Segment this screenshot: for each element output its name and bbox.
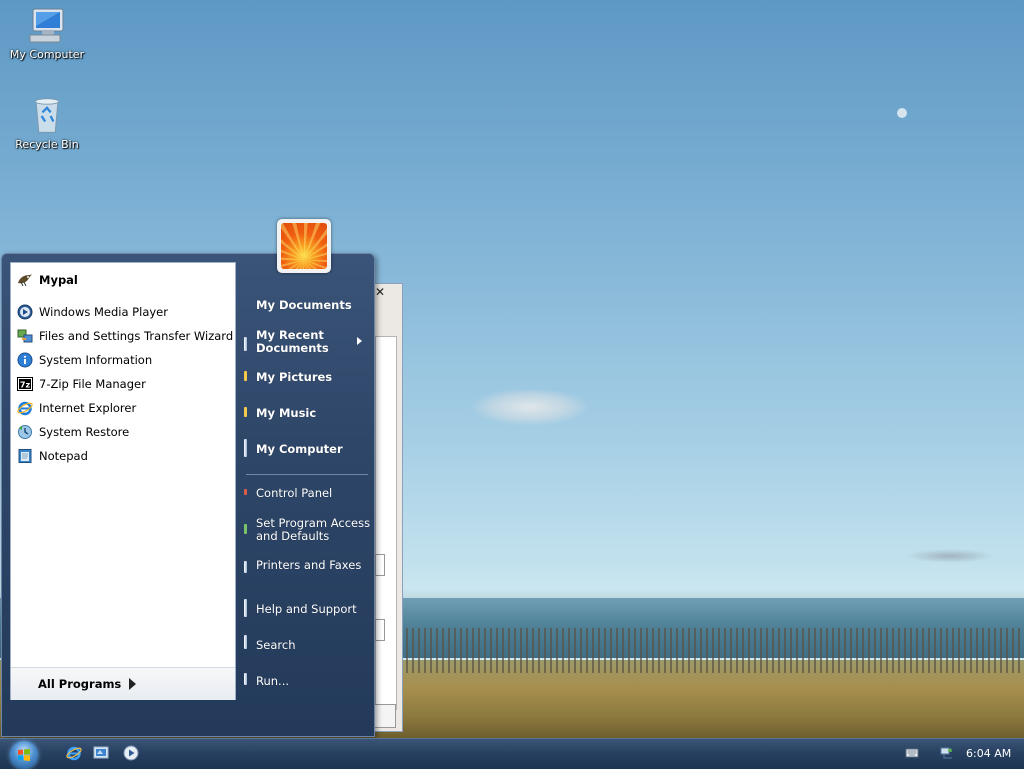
sky-moon bbox=[897, 108, 907, 118]
start-menu-programs-pane: Mypal Windows Media Player Files and Set… bbox=[10, 262, 236, 700]
recent-item-label: Notepad bbox=[39, 449, 88, 463]
window-button[interactable] bbox=[374, 704, 396, 728]
run-marker-icon bbox=[244, 673, 247, 685]
quicklaunch-ie-icon[interactable] bbox=[66, 745, 82, 761]
recent-item-notepad[interactable]: Notepad bbox=[17, 445, 88, 467]
beach-fence bbox=[400, 628, 1024, 673]
desktop-icon-recycle-bin[interactable]: Recycle Bin bbox=[7, 96, 87, 151]
recent-item-label: Windows Media Player bbox=[39, 305, 168, 319]
right-item-my-computer[interactable]: My Computer bbox=[256, 443, 343, 456]
pinned-item-label: Mypal bbox=[39, 273, 78, 287]
recycle-bin-icon bbox=[34, 98, 60, 133]
start-menu: Mypal Windows Media Player Files and Set… bbox=[1, 253, 375, 737]
taskbar: 6:04 AM bbox=[0, 738, 1024, 769]
right-item-control-panel[interactable]: Control Panel bbox=[256, 487, 332, 500]
pinned-item-mypal[interactable]: Mypal bbox=[17, 269, 78, 291]
music-marker-icon bbox=[244, 407, 247, 417]
recent-item-system-information[interactable]: System Information bbox=[17, 349, 152, 371]
window-field[interactable] bbox=[375, 619, 385, 641]
windows-logo-icon bbox=[18, 749, 30, 761]
computer-marker-icon bbox=[244, 439, 247, 457]
sky-cloud-small bbox=[905, 549, 995, 563]
program-access-marker-icon bbox=[244, 524, 247, 534]
recent-item-transfer-wizard[interactable]: Files and Settings Transfer Wizard bbox=[17, 325, 233, 347]
media-player-icon bbox=[17, 304, 33, 320]
recent-item-7zip[interactable]: 7z 7-Zip File Manager bbox=[17, 373, 146, 395]
computer-icon bbox=[29, 8, 64, 43]
7zip-icon: 7z bbox=[17, 377, 33, 391]
recent-item-internet-explorer[interactable]: Internet Explorer bbox=[17, 397, 136, 419]
right-item-printers-faxes[interactable]: Printers and Faxes bbox=[256, 559, 361, 572]
user-account-picture[interactable] bbox=[277, 219, 331, 273]
mypal-icon bbox=[18, 274, 32, 287]
printer-marker-icon bbox=[244, 561, 247, 573]
right-item-help-support[interactable]: Help and Support bbox=[256, 603, 357, 616]
recent-item-windows-media-player[interactable]: Windows Media Player bbox=[17, 301, 168, 323]
folder-marker-icon bbox=[244, 337, 247, 351]
recent-item-label: System Restore bbox=[39, 425, 130, 439]
control-panel-marker-icon bbox=[244, 489, 247, 495]
search-marker-icon bbox=[244, 635, 247, 649]
sky-cloud bbox=[470, 388, 590, 426]
close-icon[interactable]: ✕ bbox=[373, 285, 387, 299]
menu-separator bbox=[246, 474, 368, 475]
desktop-icon-label: Recycle Bin bbox=[15, 138, 79, 151]
ie-icon bbox=[17, 401, 33, 416]
flower-picture bbox=[281, 223, 327, 269]
arrow-right-icon bbox=[129, 678, 136, 690]
svg-text:7z: 7z bbox=[20, 381, 31, 390]
recent-item-system-restore[interactable]: System Restore bbox=[17, 421, 129, 443]
window-content-area bbox=[375, 336, 397, 710]
window-field[interactable] bbox=[375, 554, 385, 576]
pictures-marker-icon bbox=[244, 371, 247, 381]
quicklaunch-media-player-icon[interactable] bbox=[123, 745, 139, 761]
all-programs-label: All Programs bbox=[38, 677, 122, 691]
desktop-icon-label: My Computer bbox=[9, 48, 85, 61]
network-icon[interactable] bbox=[940, 746, 954, 760]
all-programs-button[interactable]: All Programs bbox=[11, 667, 235, 700]
taskbar-clock[interactable]: 6:04 AM bbox=[966, 747, 1011, 760]
info-icon bbox=[17, 352, 33, 368]
restore-icon bbox=[18, 425, 32, 439]
right-item-my-documents[interactable]: My Documents bbox=[256, 299, 352, 312]
recent-item-label: System Information bbox=[39, 353, 153, 367]
recent-item-label: 7-Zip File Manager bbox=[39, 377, 146, 391]
right-item-set-program-access[interactable]: Set Program Access and Defaults bbox=[256, 517, 370, 543]
quicklaunch-show-desktop-icon[interactable] bbox=[93, 745, 109, 761]
recent-item-label: Internet Explorer bbox=[39, 401, 137, 415]
notepad-icon bbox=[18, 449, 32, 463]
keyboard-icon[interactable] bbox=[905, 746, 919, 760]
submenu-arrow-icon bbox=[357, 337, 362, 345]
desktop-icon-my-computer[interactable]: My Computer bbox=[7, 6, 87, 61]
recent-item-label: Files and Settings Transfer Wizard bbox=[39, 329, 234, 343]
right-item-my-recent-documents[interactable]: My Recent Documents bbox=[256, 329, 329, 355]
start-button[interactable] bbox=[10, 741, 38, 769]
right-item-run[interactable]: Run... bbox=[256, 675, 289, 688]
transfer-wizard-icon bbox=[17, 329, 33, 343]
right-item-my-pictures[interactable]: My Pictures bbox=[256, 371, 332, 384]
help-marker-icon bbox=[244, 599, 247, 617]
right-item-my-music[interactable]: My Music bbox=[256, 407, 316, 420]
right-item-search[interactable]: Search bbox=[256, 639, 296, 652]
